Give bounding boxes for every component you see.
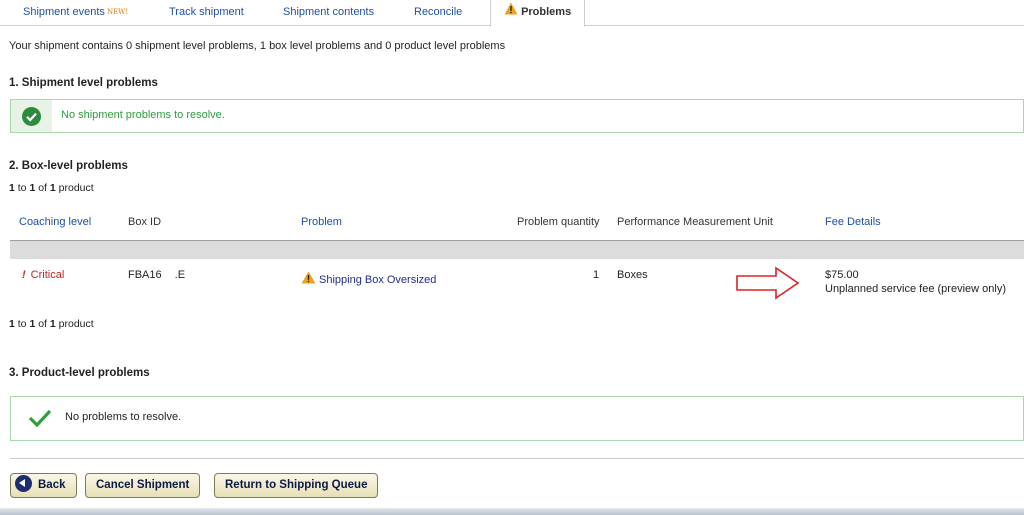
problems-summary: Your shipment contains 0 shipment level … (9, 40, 506, 52)
tab-reconcile[interactable]: Reconcile (414, 0, 462, 26)
annotation-arrow-icon (736, 266, 800, 300)
column-header-measurement-unit: Performance Measurement Unit (617, 216, 773, 228)
problem-quantity-cell: 1 (593, 269, 600, 281)
pager-to: 1 (29, 318, 36, 330)
pager-unit: product (58, 318, 94, 330)
new-badge: NEW! (106, 8, 129, 16)
pager-from: 1 (9, 182, 15, 194)
box-level-heading: 2. Box-level problems (9, 160, 128, 172)
shipment-level-message: No shipment problems to resolve. (61, 109, 225, 121)
cancel-shipment-label: Cancel Shipment (96, 479, 190, 491)
coaching-level-cell: ! Critical (22, 269, 64, 281)
column-header-box-id: Box ID (128, 216, 162, 228)
tab-reconcile-label: Reconcile (414, 6, 463, 18)
problem-link[interactable]: Shipping Box Oversized (319, 274, 436, 286)
warning-icon (504, 0, 518, 24)
tab-problems[interactable]: Problems (490, 0, 586, 27)
tab-track-shipment-label: Track shipment (169, 6, 244, 18)
fee-note: Unplanned service fee (preview only) (825, 283, 1006, 295)
tab-track-shipment[interactable]: Track shipment (169, 0, 244, 26)
back-button[interactable]: Back (10, 473, 77, 498)
tab-shipment-contents-label: Shipment contents (283, 6, 375, 18)
pager-of-word: of (38, 318, 47, 330)
warning-icon (301, 271, 316, 287)
table-header-band (10, 240, 1024, 259)
cancel-shipment-button[interactable]: Cancel Shipment (85, 473, 201, 498)
pager-of-word: of (38, 182, 47, 194)
bottom-bar (0, 508, 1024, 515)
column-header-problem-quantity: Problem quantity (517, 216, 600, 228)
return-to-shipping-queue-label: Return to Shipping Queue (225, 479, 368, 491)
column-header-coaching-level[interactable]: Coaching level (19, 216, 91, 228)
product-level-status-box: No problems to resolve. (10, 396, 1024, 441)
shipment-level-status-box: No shipment problems to resolve. (10, 99, 1024, 133)
back-arrow-icon (15, 475, 32, 493)
pager-total: 1 (49, 182, 56, 194)
tab-shipment-events-label: Shipment events (23, 6, 105, 18)
tab-shipment-contents[interactable]: Shipment contents (283, 0, 374, 26)
column-header-problem[interactable]: Problem (301, 216, 342, 228)
pager-to-word: to (17, 182, 27, 194)
pager-total: 1 (49, 318, 56, 330)
measurement-unit-cell: Boxes (617, 269, 648, 281)
checkmark-icon (28, 408, 52, 431)
box-id-value: FBA16 (128, 269, 162, 281)
column-header-fee-details[interactable]: Fee Details (825, 216, 881, 228)
coaching-level-value: Critical (30, 269, 65, 281)
tab-shipment-events[interactable]: Shipment events NEW! (23, 0, 128, 26)
fee-amount: $75.00 (825, 269, 859, 281)
pager-from: 1 (9, 318, 15, 330)
product-level-message: No problems to resolve. (65, 411, 182, 423)
status-icon-cell (11, 100, 52, 132)
product-level-heading: 3. Product-level problems (9, 367, 150, 379)
pager-to-word: to (17, 318, 27, 330)
box-id-cell: FBA16 .E (128, 269, 185, 281)
tab-problems-label: Problems (521, 6, 572, 18)
box-level-pager-bottom: 1 to 1 of 1 product (9, 318, 94, 330)
pager-to: 1 (29, 182, 36, 194)
check-circle-icon (22, 107, 41, 129)
shipment-level-heading: 1. Shipment level problems (9, 77, 158, 89)
critical-mark-icon: ! (22, 269, 26, 281)
return-to-shipping-queue-button[interactable]: Return to Shipping Queue (214, 473, 379, 498)
box-id-suffix: .E (174, 269, 186, 281)
back-button-label: Back (38, 479, 66, 491)
pager-unit: product (58, 182, 94, 194)
box-level-pager-top: 1 to 1 of 1 product (9, 182, 94, 194)
tab-bar: Shipment events NEW! Track shipment Shipm… (0, 0, 1024, 27)
section-divider (10, 458, 1024, 459)
problem-cell: Shipping Box Oversized (301, 271, 436, 287)
